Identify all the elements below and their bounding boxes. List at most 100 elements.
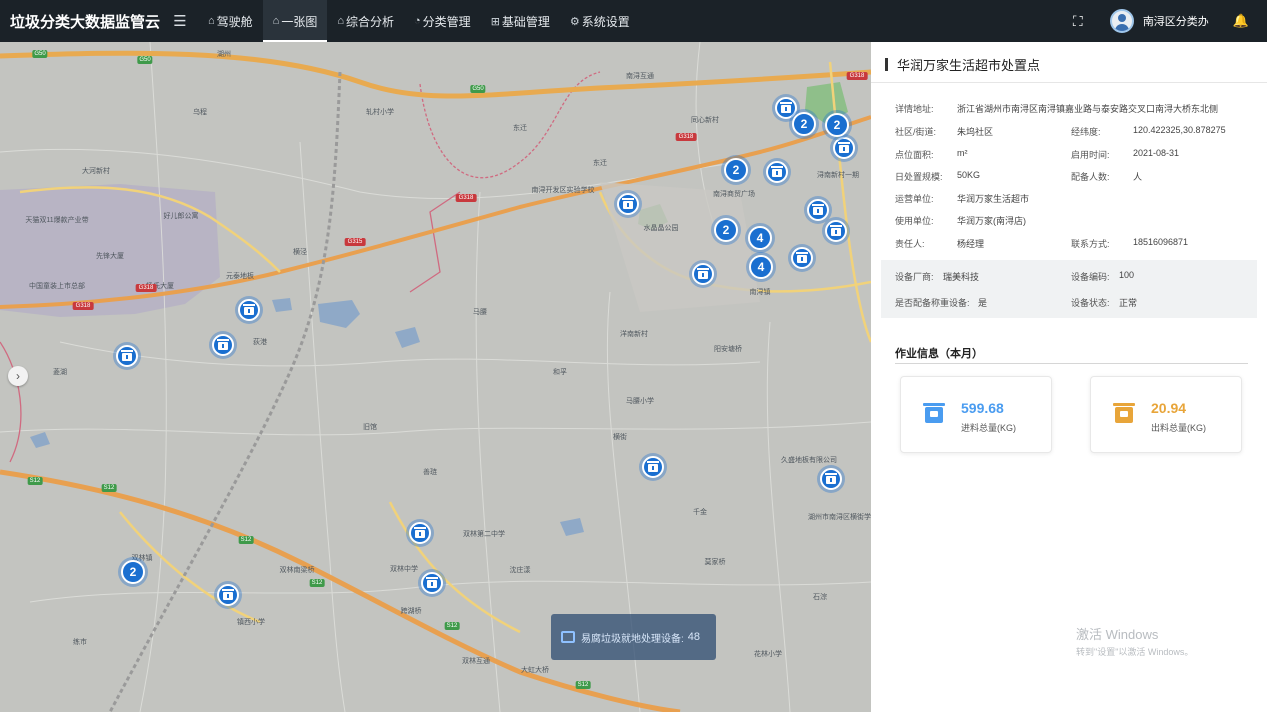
facility-count-tooltip: 易腐垃圾就地处理设备: 48 <box>551 614 716 660</box>
contact-row: 联系方式: 18516096871 <box>1071 237 1188 250</box>
place-label: 双林互通 <box>462 658 490 665</box>
road-shield: G50 <box>32 50 48 58</box>
facility-marker[interactable] <box>825 220 847 242</box>
address-row: 详情地址: 浙江省湖州市南浔区南浔镇嘉业路与泰安路交叉口南浔大桥东北侧 <box>895 102 1218 115</box>
user-name[interactable]: 南浔区分类办 <box>1143 13 1223 29</box>
place-label: 好儿郎公寓 <box>163 213 199 220</box>
operator-row: 运营单位: 华润万家生活超市 <box>895 192 1029 205</box>
output-card: 20.94 出料总量(KG) <box>1090 376 1242 453</box>
nav-analysis[interactable]: ⌂ 综合分析 <box>327 0 404 42</box>
avatar[interactable] <box>1109 9 1134 33</box>
facility-marker[interactable] <box>807 199 829 221</box>
road-shield: G318 <box>455 194 477 202</box>
hamburger-icon[interactable]: ☰ <box>168 12 192 30</box>
nav-dashboard[interactable]: ⌂ 驾驶舱 <box>198 0 263 42</box>
trash-bin-icon <box>217 339 229 350</box>
facility-marker[interactable] <box>617 193 639 215</box>
panel-title: 华润万家生活超市处置点 <box>885 57 1040 73</box>
area-row: 点位面积: m² <box>895 148 968 161</box>
place-label: 水晶晶公园 <box>643 225 679 232</box>
place-label: 镇西小学 <box>237 619 265 626</box>
intake-card: 599.68 进料总量(KG) <box>900 376 1052 453</box>
facility-marker[interactable] <box>212 334 234 356</box>
fullscreen-icon[interactable]: ⛶ <box>1068 13 1088 30</box>
cluster-marker[interactable]: 2 <box>792 112 816 136</box>
community-row: 社区/街道: 朱坞社区 <box>895 125 993 138</box>
code-value: 100 <box>1119 270 1135 280</box>
place-label: 横泾 <box>293 249 307 256</box>
place-label: 旧馆 <box>363 424 377 431</box>
facility-marker[interactable] <box>238 299 260 321</box>
owner-label: 责任人: <box>895 239 925 249</box>
place-label: 湖州市南浔区横街学校 <box>808 514 871 521</box>
bell-icon[interactable]: 🔔 <box>1233 13 1249 29</box>
cluster-marker[interactable]: 2 <box>724 158 748 182</box>
status-value: 正常 <box>1119 298 1138 308</box>
cluster-marker[interactable]: 4 <box>749 255 773 279</box>
place-label: 南浔开发区实验学校 <box>531 187 595 194</box>
trash-bin-icon <box>243 304 255 315</box>
area-value: m² <box>957 148 968 158</box>
place-label: 练市 <box>73 639 87 646</box>
cluster-marker[interactable]: 4 <box>748 226 772 250</box>
facility-marker[interactable] <box>791 247 813 269</box>
nav-classify[interactable]: ◔ 分类管理 <box>404 0 481 42</box>
place-label: 同心新村 <box>691 117 719 124</box>
chevron-right-icon[interactable]: › <box>8 366 28 386</box>
facility-marker[interactable] <box>217 584 239 606</box>
facility-marker[interactable] <box>116 345 138 367</box>
place-label: 荻港 <box>253 339 267 346</box>
nav-dashboard-label: 驾驶舱 <box>216 14 253 29</box>
facility-marker[interactable] <box>833 137 855 159</box>
facility-marker[interactable] <box>692 263 714 285</box>
cluster-marker[interactable]: 2 <box>714 218 738 242</box>
coords-label: 经纬度: <box>1071 127 1101 137</box>
map-canvas[interactable]: 大河新村 天猫双11爆款产业带 先锋大厦 杨氏大厦 中国童装上市总部 好儿郎公寓… <box>0 42 871 712</box>
nav-map[interactable]: ⌂ 一张图 <box>262 0 328 42</box>
code-row: 设备编码: 100 <box>1071 270 1134 283</box>
owner-value: 杨经理 <box>957 239 985 249</box>
trash-bin-icon <box>780 102 792 113</box>
trash-bin-icon <box>796 252 808 263</box>
trash-bin-icon <box>771 166 783 177</box>
operator-label: 运营单位: <box>895 194 934 204</box>
start-value: 2021-08-31 <box>1133 148 1180 158</box>
place-label: 浔南新村一期 <box>817 172 859 179</box>
vendor-row: 设备厂商: 瑞美科技 <box>895 270 979 283</box>
road-shield: S12 <box>101 484 117 492</box>
user-unit-label: 使用单位: <box>895 216 934 226</box>
trash-bin-icon <box>838 142 850 153</box>
cluster-marker[interactable]: 2 <box>825 113 849 137</box>
divider <box>871 82 1267 83</box>
place-label: 菱湖 <box>53 369 67 376</box>
road-shield: G318 <box>675 133 697 141</box>
start-label: 启用时间: <box>1071 150 1110 160</box>
cluster-marker[interactable]: 2 <box>121 560 145 584</box>
road-shield: G318 <box>846 72 868 80</box>
main-nav: ⌂ 驾驶舱 ⌂ 一张图 ⌂ 综合分析 ◔ 分类管理 ⊞ 基础管理 ⚙ 系统设置 <box>198 0 640 42</box>
community-label: 社区/街道: <box>895 127 937 137</box>
road-shield: S12 <box>27 477 43 485</box>
facility-marker[interactable] <box>409 522 431 544</box>
capacity-value: 50KG <box>957 170 981 180</box>
place-label: 双林南梁桥 <box>279 567 315 574</box>
title-accent-bar <box>885 57 888 71</box>
place-label: 久盛地板有限公司 <box>781 457 837 464</box>
place-label: 跨湖桥 <box>400 608 422 615</box>
trash-bin-icon <box>121 350 133 361</box>
grid-icon: ⊞ <box>490 15 500 28</box>
contact-label: 联系方式: <box>1071 239 1110 249</box>
place-label: 双林第二中学 <box>463 531 505 538</box>
facility-marker[interactable] <box>820 468 842 490</box>
place-label: 天猫双11爆款产业带 <box>25 217 89 224</box>
watermark-line2: 转到"设置"以激活 Windows。 <box>1076 647 1194 657</box>
place-label: 莫家桥 <box>704 559 726 566</box>
facility-marker[interactable] <box>642 456 664 478</box>
facility-marker[interactable] <box>766 161 788 183</box>
owner-row: 责任人: 杨经理 <box>895 237 984 250</box>
facility-marker[interactable] <box>421 572 443 594</box>
nav-settings[interactable]: ⚙ 系统设置 <box>560 0 640 42</box>
place-label: 横街 <box>613 434 627 441</box>
top-navbar: 垃圾分类大数据监管云 ☰ ⌂ 驾驶舱 ⌂ 一张图 ⌂ 综合分析 ◔ 分类管理 ⊞ 基础管理… <box>0 0 1267 42</box>
nav-basic[interactable]: ⊞ 基础管理 <box>481 0 560 42</box>
